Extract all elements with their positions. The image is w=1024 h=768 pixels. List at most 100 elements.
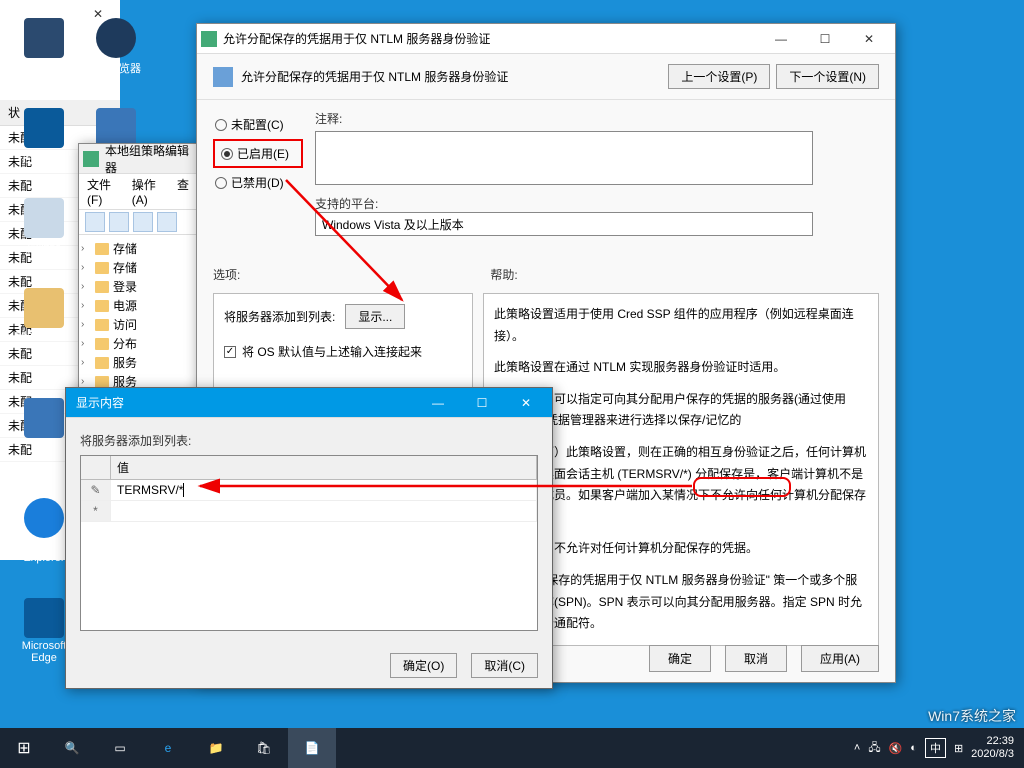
radio-label: 已启用(E): [237, 145, 289, 162]
window-title: 显示内容: [70, 394, 416, 411]
tree-label: 服务: [113, 354, 137, 371]
radio-icon: [221, 148, 233, 160]
annotation-highlight: 已启用(E): [213, 139, 303, 168]
add-servers-label: 将服务器添加到列表:: [224, 308, 335, 325]
folder-icon: [95, 243, 109, 255]
start-button[interactable]: ⊞: [0, 728, 48, 768]
maximize-button[interactable]: ☐: [803, 25, 847, 53]
maximize-button[interactable]: ☐: [460, 389, 504, 417]
label: Microsoft Edge: [22, 640, 67, 664]
task-view-button[interactable]: ▭: [96, 728, 144, 768]
titlebar[interactable]: 本地组策略编辑器: [79, 144, 197, 174]
help-line: 此策略设置在通过 NTLM 实现服务器身份验证时适用。: [494, 357, 868, 379]
date: 2020/8/3: [971, 748, 1014, 761]
tray-network-icon[interactable]: 🖧: [868, 739, 880, 758]
close-button[interactable]: ✕: [504, 389, 548, 417]
minimize-button[interactable]: —: [759, 25, 803, 53]
tray-volume-icon[interactable]: 🔇: [889, 742, 903, 755]
col-value[interactable]: 值: [111, 456, 537, 479]
tray-icon[interactable]: ◐: [910, 742, 917, 754]
menu-file[interactable]: 文件(F): [87, 176, 122, 207]
checkbox-label: 将 OS 默认值与上述输入连接起来: [242, 343, 422, 360]
radio-icon: [215, 177, 227, 189]
titlebar[interactable]: 显示内容 — ☐ ✕: [66, 388, 552, 418]
ok-button[interactable]: 确定(O): [390, 653, 457, 678]
radio-disabled[interactable]: 已禁用(D): [213, 168, 303, 197]
minimize-button[interactable]: —: [416, 389, 460, 417]
policy-heading-icon: [213, 67, 233, 87]
menu-view[interactable]: 查: [177, 176, 189, 207]
tool-refresh[interactable]: [157, 212, 177, 232]
tool-back[interactable]: [85, 212, 105, 232]
ime-indicator[interactable]: 中: [925, 738, 946, 758]
help-label: 帮助:: [490, 266, 517, 283]
apply-button[interactable]: 应用(A): [801, 645, 879, 672]
grid-row-new[interactable]: *: [81, 501, 537, 522]
tool-up[interactable]: [133, 212, 153, 232]
policy-heading: 允许分配保存的凭据用于仅 NTLM 服务器身份验证: [241, 68, 668, 85]
ok-button[interactable]: 确定: [649, 645, 711, 672]
show-contents-dialog: 显示内容 — ☐ ✕ 将服务器添加到列表: 值 ✎ TERMSRV/* * 确定…: [65, 387, 553, 689]
tree-label: 存储: [113, 240, 137, 257]
menubar: 文件(F) 操作(A) 查: [79, 174, 197, 210]
radio-enabled[interactable]: 已启用(E): [219, 143, 297, 164]
cp-icon: [24, 108, 64, 148]
tree-item[interactable]: ›存储: [81, 239, 195, 258]
prev-setting-button[interactable]: 上一个设置(P): [668, 64, 770, 89]
taskbar-store[interactable]: 🛍: [240, 728, 288, 768]
menu-action[interactable]: 操作(A): [132, 176, 167, 207]
tree-label: 访问: [113, 316, 137, 333]
qq-icon: [96, 18, 136, 58]
close-button[interactable]: ✕: [847, 25, 891, 53]
row-marker-edit-icon: ✎: [81, 480, 111, 500]
label: Internet Explorer: [24, 540, 65, 564]
checkbox-concat[interactable]: ✓: [224, 346, 236, 358]
taskbar-notepad[interactable]: 📄: [288, 728, 336, 768]
desktop-icon-administrator[interactable]: Administra...: [10, 288, 78, 342]
watermark: Win7系统之家: [928, 706, 1016, 726]
dialog-footer: 确定 取消 应用(A): [649, 645, 879, 672]
folder-icon: [95, 357, 109, 369]
value-cell-empty[interactable]: [111, 501, 537, 521]
value-grid[interactable]: 值 ✎ TERMSRV/* *: [80, 455, 538, 631]
desktop-icon-qq-browser[interactable]: QQ浏览器: [82, 18, 150, 76]
folder-icon: [95, 262, 109, 274]
policy-icon: [201, 31, 217, 47]
tree-item[interactable]: ›电源: [81, 296, 195, 315]
network-icon: [24, 398, 64, 438]
tree-item[interactable]: ›存储: [81, 258, 195, 277]
radio-label: 已禁用(D): [231, 174, 284, 191]
pc-icon: [24, 18, 64, 58]
folder-icon: [95, 319, 109, 331]
show-button[interactable]: 显示...: [345, 304, 405, 329]
edge-icon: [24, 598, 64, 638]
tree-view[interactable]: ›存储›存储›登录›电源›访问›分布›服务›服务: [79, 235, 197, 395]
label: Administra...: [13, 330, 74, 342]
next-setting-button[interactable]: 下一个设置(N): [776, 64, 879, 89]
comment-label: 注释:: [315, 110, 879, 127]
radio-not-configured[interactable]: 未配置(C): [213, 110, 303, 139]
add-servers-label: 将服务器添加到列表:: [80, 432, 538, 449]
tree-item[interactable]: ›分布: [81, 334, 195, 353]
tool-fwd[interactable]: [109, 212, 129, 232]
comment-textarea[interactable]: [315, 131, 813, 185]
cancel-button[interactable]: 取消(C): [471, 653, 538, 678]
taskbar-edge[interactable]: e: [144, 728, 192, 768]
cancel-button[interactable]: 取消: [725, 645, 787, 672]
desktop-icon-control-panel[interactable]: 控制面板: [10, 108, 78, 166]
search-button[interactable]: 🔍: [48, 728, 96, 768]
titlebar[interactable]: 允许分配保存的凭据用于仅 NTLM 服务器身份验证 — ☐ ✕: [197, 24, 895, 54]
tree-item[interactable]: ›访问: [81, 315, 195, 334]
value-cell[interactable]: TERMSRV/*: [111, 480, 537, 500]
tree-item[interactable]: ›登录: [81, 277, 195, 296]
label: 控制面板: [22, 153, 66, 165]
tray-chevron-up-icon[interactable]: ˄: [854, 742, 860, 754]
folder-icon: [95, 338, 109, 350]
desktop-icon-recycle-bin[interactable]: 回收站: [10, 198, 78, 256]
clock[interactable]: 22:39 2020/8/3: [971, 735, 1014, 761]
taskbar-explorer[interactable]: 📁: [192, 728, 240, 768]
tray-icon-2[interactable]: ⊞: [954, 742, 963, 755]
desktop-icon-this-pc[interactable]: 此电脑: [10, 18, 78, 76]
grid-row[interactable]: ✎ TERMSRV/*: [81, 480, 537, 501]
tree-item[interactable]: ›服务: [81, 353, 195, 372]
